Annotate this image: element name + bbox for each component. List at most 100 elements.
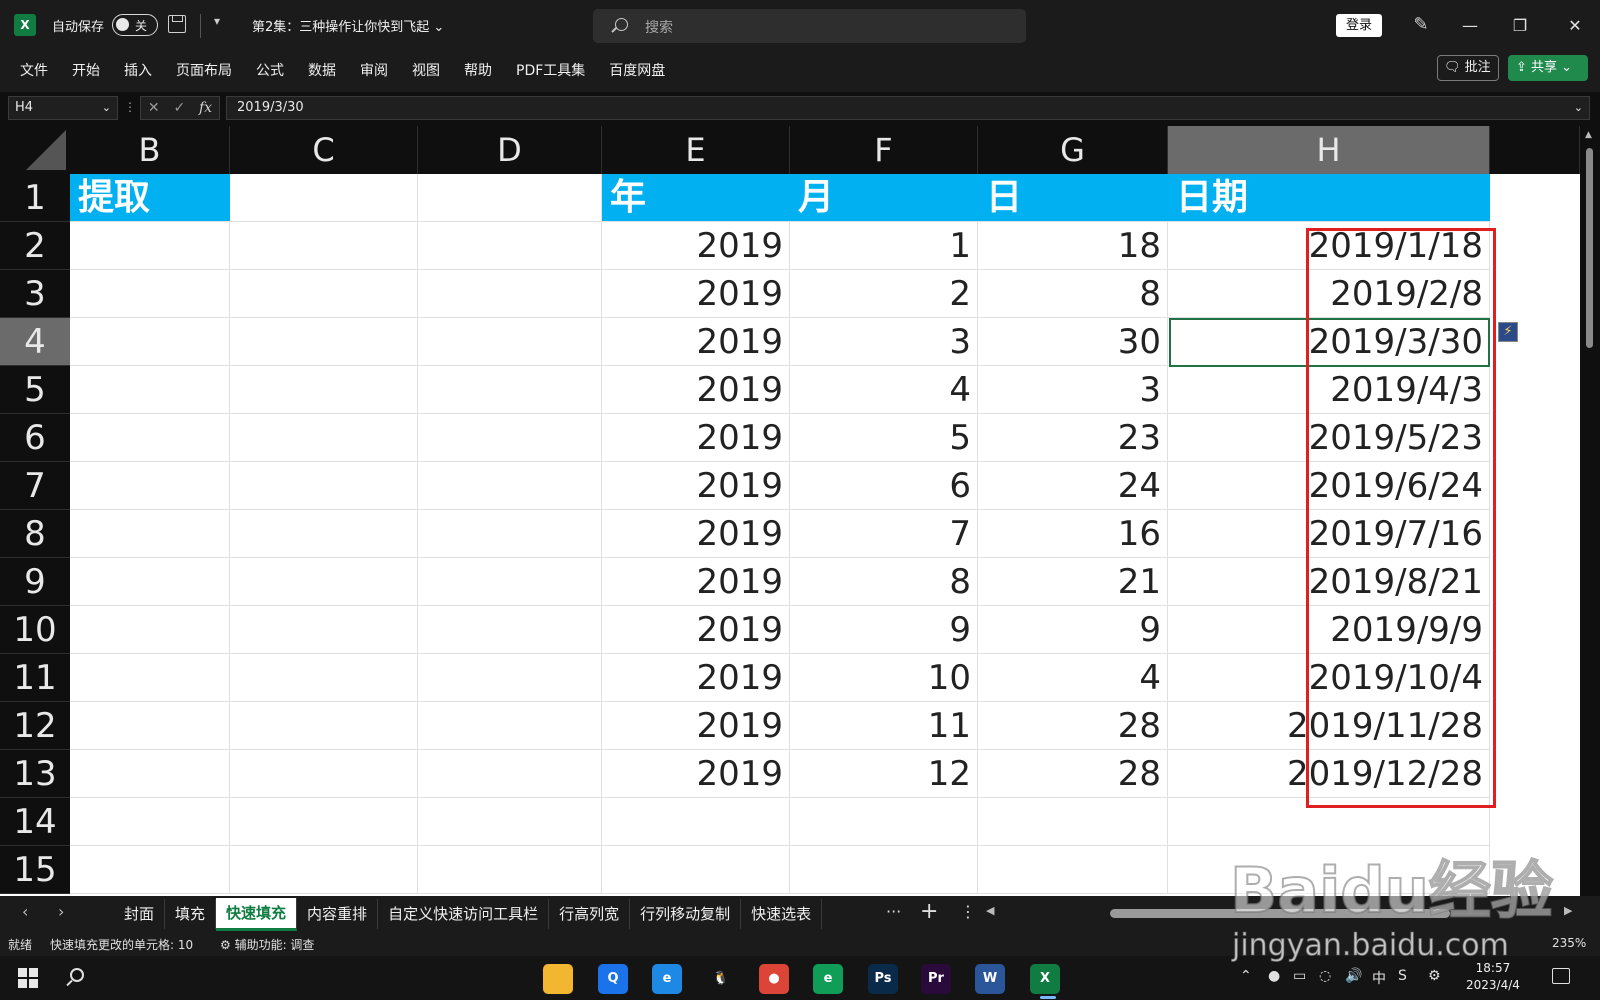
- row-header-15[interactable]: 15: [0, 846, 70, 894]
- name-box-dropdown-icon[interactable]: ⌄: [102, 97, 111, 119]
- data-cell-f[interactable]: 11: [790, 702, 978, 750]
- empty-cell[interactable]: [230, 462, 418, 510]
- pen-icon[interactable]: ✎: [1410, 14, 1432, 36]
- empty-cell[interactable]: [418, 606, 602, 654]
- data-cell-e[interactable]: 2019: [602, 558, 790, 606]
- row-header-14[interactable]: 14: [0, 798, 70, 846]
- sheet-menu-icon[interactable]: ⋮: [960, 902, 976, 921]
- ribbon-tab[interactable]: 文件: [8, 60, 60, 82]
- save-icon[interactable]: [168, 15, 186, 33]
- ribbon-tab[interactable]: 视图: [400, 60, 452, 82]
- edge-legacy-icon[interactable]: e: [652, 964, 682, 994]
- empty-cell[interactable]: [70, 702, 230, 750]
- empty-cell[interactable]: [230, 798, 418, 846]
- data-cell-g[interactable]: 4: [978, 654, 1168, 702]
- empty-cell[interactable]: [70, 750, 230, 798]
- row-header-12[interactable]: 12: [0, 702, 70, 750]
- empty-cell[interactable]: [230, 414, 418, 462]
- notification-icon[interactable]: [1552, 968, 1570, 984]
- vertical-scroll-thumb[interactable]: [1586, 148, 1593, 348]
- empty-cell[interactable]: [70, 414, 230, 462]
- data-cell-h[interactable]: 2019/5/23: [1168, 414, 1490, 462]
- data-cell-g[interactable]: 18: [978, 222, 1168, 270]
- row-header-11[interactable]: 11: [0, 654, 70, 702]
- empty-cell[interactable]: [230, 366, 418, 414]
- empty-cell[interactable]: [70, 846, 230, 894]
- cell-d1[interactable]: [418, 174, 602, 222]
- row-header-10[interactable]: 10: [0, 606, 70, 654]
- baidu-netdisk-icon[interactable]: Q: [598, 964, 628, 994]
- data-cell-h[interactable]: 2019/1/18: [1168, 222, 1490, 270]
- data-cell-g[interactable]: 9: [978, 606, 1168, 654]
- data-cell-f[interactable]: 10: [790, 654, 978, 702]
- data-cell-g[interactable]: 30: [978, 318, 1168, 366]
- data-cell-e[interactable]: 2019: [602, 414, 790, 462]
- name-box[interactable]: H4 ⌄: [8, 96, 118, 120]
- sheet-tab[interactable]: 内容重排: [297, 899, 379, 929]
- settings-icon[interactable]: ⚙: [1428, 968, 1441, 984]
- header-cell-h[interactable]: 日期: [1168, 174, 1490, 222]
- sheet-tab[interactable]: 行列移动复制: [630, 899, 742, 929]
- row-header-4[interactable]: 4: [0, 318, 70, 366]
- empty-cell[interactable]: [230, 654, 418, 702]
- data-cell-e[interactable]: 2019: [602, 462, 790, 510]
- formula-input[interactable]: 2019/3/30 ⌄: [226, 96, 1590, 120]
- data-cell-e[interactable]: 2019: [602, 366, 790, 414]
- document-title[interactable]: 第2集：三种操作让你快到飞起 ⌄: [252, 16, 444, 35]
- data-cell-e[interactable]: 2019: [602, 606, 790, 654]
- add-sheet-button[interactable]: +: [920, 899, 938, 924]
- empty-cell[interactable]: [70, 510, 230, 558]
- data-cell-f[interactable]: 8: [790, 558, 978, 606]
- empty-cell[interactable]: [418, 654, 602, 702]
- empty-cell[interactable]: [230, 270, 418, 318]
- sheet-tab[interactable]: 快速填充: [216, 897, 298, 931]
- header-cell-f[interactable]: 月: [790, 174, 978, 222]
- empty-cell[interactable]: [230, 510, 418, 558]
- data-cell-e[interactable]: 2019: [602, 750, 790, 798]
- ribbon-tab[interactable]: 开始: [60, 60, 112, 82]
- prev-sheet-icon[interactable]: ‹: [22, 902, 28, 921]
- row-header-8[interactable]: 8: [0, 510, 70, 558]
- empty-cell[interactable]: [70, 558, 230, 606]
- column-header-e[interactable]: E: [602, 126, 790, 174]
- photoshop-icon[interactable]: Ps: [868, 964, 898, 994]
- empty-cell[interactable]: [418, 702, 602, 750]
- data-cell-e[interactable]: 2019: [602, 654, 790, 702]
- ribbon-tab[interactable]: 页面布局: [164, 60, 244, 82]
- row-header-5[interactable]: 5: [0, 366, 70, 414]
- search-box[interactable]: 搜索: [593, 9, 1026, 43]
- empty-cell[interactable]: [602, 846, 790, 894]
- empty-cell[interactable]: [418, 558, 602, 606]
- empty-cell[interactable]: [1168, 798, 1490, 846]
- word-icon[interactable]: W: [975, 964, 1005, 994]
- restore-button[interactable]: ❐: [1497, 10, 1543, 42]
- ribbon-tab[interactable]: 帮助: [452, 60, 504, 82]
- row-header-3[interactable]: 3: [0, 270, 70, 318]
- data-cell-h[interactable]: 2019/8/21: [1168, 558, 1490, 606]
- data-cell-e[interactable]: 2019: [602, 318, 790, 366]
- sheet-tab[interactable]: 快速选表: [741, 899, 823, 929]
- data-cell-g[interactable]: 8: [978, 270, 1168, 318]
- column-header-g[interactable]: G: [978, 126, 1168, 174]
- chrome-icon[interactable]: ●: [759, 964, 789, 994]
- row-header-13[interactable]: 13: [0, 750, 70, 798]
- show-hidden-icons-icon[interactable]: ⌃: [1240, 968, 1252, 984]
- select-all-corner[interactable]: [0, 126, 70, 174]
- input-method-icon[interactable]: 中: [1372, 968, 1386, 988]
- data-cell-f[interactable]: 12: [790, 750, 978, 798]
- empty-cell[interactable]: [70, 222, 230, 270]
- data-cell-f[interactable]: 9: [790, 606, 978, 654]
- row-header-6[interactable]: 6: [0, 414, 70, 462]
- data-cell-h[interactable]: 2019/2/8: [1168, 270, 1490, 318]
- data-cell-h[interactable]: 2019/11/28: [1168, 702, 1490, 750]
- column-header-h[interactable]: H: [1168, 126, 1490, 174]
- header-cell-b[interactable]: 提取: [70, 174, 230, 222]
- data-cell-e[interactable]: 2019: [602, 270, 790, 318]
- ribbon-tab[interactable]: 审阅: [348, 60, 400, 82]
- data-cell-h[interactable]: 2019/4/3: [1168, 366, 1490, 414]
- battery-icon[interactable]: ▭: [1293, 968, 1306, 984]
- data-cell-f[interactable]: 7: [790, 510, 978, 558]
- qq-icon[interactable]: 🐧: [706, 964, 736, 994]
- empty-cell[interactable]: [418, 846, 602, 894]
- data-cell-f[interactable]: 5: [790, 414, 978, 462]
